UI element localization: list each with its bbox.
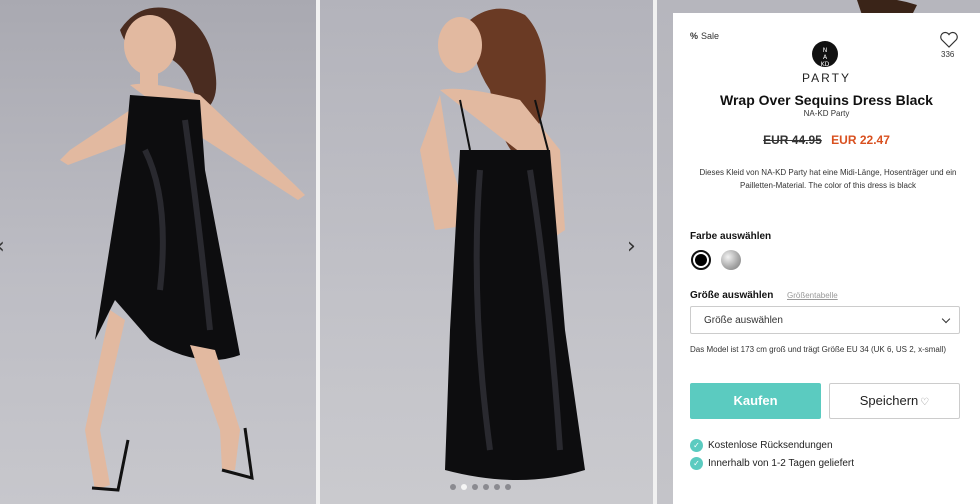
- brand-name: PARTY: [802, 71, 851, 85]
- check-circle-icon: ✓: [690, 439, 703, 452]
- save-button[interactable]: Speichern ♡: [829, 383, 960, 419]
- product-subtitle: NA-KD Party: [803, 109, 850, 118]
- gallery-prev-arrow[interactable]: ‹: [0, 236, 10, 258]
- sale-price: EUR 22.47: [831, 133, 890, 147]
- sale-badge: % Sale: [690, 31, 719, 41]
- size-select-value: Größe auswählen: [704, 315, 783, 326]
- wishlist-count: 336: [941, 50, 955, 59]
- perk-free-returns: ✓ Kostenlose Rücksendungen: [690, 439, 833, 452]
- perk-fast-delivery: ✓ Innerhalb von 1-2 Tagen geliefert: [690, 457, 854, 470]
- buy-button[interactable]: Kaufen: [690, 383, 821, 419]
- gallery-dot[interactable]: [450, 484, 456, 490]
- check-circle-icon: ✓: [690, 457, 703, 470]
- gallery-next-arrow[interactable]: ›: [627, 236, 641, 258]
- save-button-label: Speichern: [859, 393, 919, 408]
- size-chart-link[interactable]: Größentabelle: [787, 291, 838, 300]
- product-photo-back[interactable]: [320, 0, 653, 504]
- color-label: Farbe auswählen: [690, 231, 772, 242]
- color-swatch-silver[interactable]: [721, 250, 741, 270]
- product-description: Dieses Kleid von NA-KD Party hat eine Mi…: [699, 168, 957, 190]
- gallery-dot[interactable]: [505, 484, 511, 490]
- product-title: Wrap Over Sequins Dress Black: [720, 92, 933, 108]
- model-front-illustration: [60, 7, 305, 492]
- gallery-dot[interactable]: [483, 484, 489, 490]
- chevron-down-icon: [941, 314, 951, 324]
- perk-label: Innerhalb von 1-2 Tagen geliefert: [708, 458, 855, 469]
- product-page: ‹ › %Sale 336 N: [0, 0, 980, 504]
- wishlist-heart-icon[interactable]: [939, 31, 959, 49]
- size-label: Größe auswählen: [690, 290, 774, 301]
- color-swatch-black[interactable]: [691, 250, 711, 270]
- product-photo-front[interactable]: [0, 0, 316, 504]
- sale-label: Sale: [701, 31, 720, 41]
- model-back-illustration: [420, 8, 585, 480]
- size-select[interactable]: Größe auswählen: [690, 306, 960, 334]
- gallery-dot[interactable]: [494, 484, 500, 490]
- gallery-pagination: [450, 484, 511, 490]
- perk-label: Kostenlose Rücksendungen: [708, 440, 833, 451]
- original-price: EUR 44.95: [763, 133, 822, 147]
- gallery-dot[interactable]: [472, 484, 478, 490]
- gallery-dot-active[interactable]: [461, 484, 467, 490]
- heart-outline-icon: ♡: [920, 397, 930, 408]
- percent-icon: %: [690, 31, 699, 41]
- brand-logo: N A KD: [812, 41, 838, 68]
- price-block: EUR 44.95 EUR 22.47: [673, 133, 980, 147]
- model-size-note: Das Model ist 173 cm groß und trägt Größ…: [690, 345, 947, 354]
- product-info-card: % Sale 336 N A KD PARTY Wrap Over Sequins D…: [673, 13, 980, 504]
